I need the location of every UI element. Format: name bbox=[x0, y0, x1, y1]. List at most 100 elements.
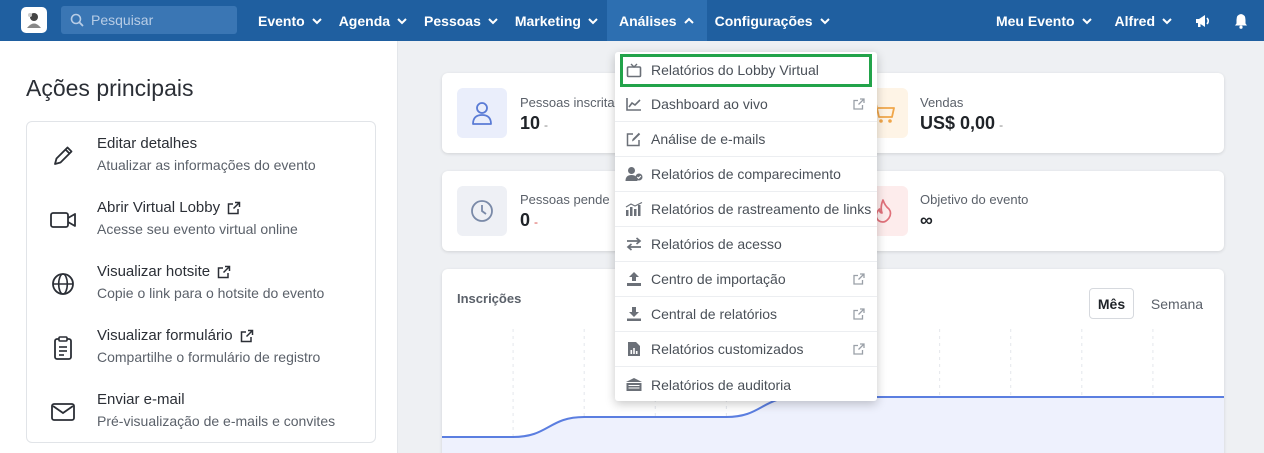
upload-icon bbox=[625, 270, 643, 288]
menu-item-access-reports[interactable]: Relatórios de acesso bbox=[615, 227, 877, 262]
globe-icon bbox=[49, 270, 77, 298]
nav-user-menu[interactable]: Alfred bbox=[1104, 0, 1184, 41]
menu-item-live-dashboard[interactable]: Dashboard ao vivo bbox=[615, 87, 877, 122]
nav-meu-evento[interactable]: Meu Evento bbox=[985, 0, 1104, 41]
chevron-down-icon bbox=[1162, 17, 1172, 24]
external-link-icon bbox=[217, 265, 231, 278]
chevron-down-icon bbox=[488, 17, 498, 24]
action-send-email[interactable]: Enviar e-mail Pré-visualização de e-mail… bbox=[27, 378, 375, 442]
tab-week[interactable]: Semana bbox=[1144, 288, 1210, 319]
menu-item-label: Relatórios de comparecimento bbox=[651, 166, 841, 182]
menu-item-email-analysis[interactable]: Análise de e-mails bbox=[615, 122, 877, 157]
menu-item-label: Análise de e-mails bbox=[651, 131, 766, 147]
analises-dropdown-menu: Relatórios do Lobby Virtual Dashboard ao… bbox=[615, 52, 877, 401]
archive-icon bbox=[625, 376, 643, 394]
action-title: Enviar e-mail bbox=[97, 391, 185, 408]
action-edit-details[interactable]: Editar detalhes Atualizar as informações… bbox=[27, 122, 375, 186]
search-box[interactable] bbox=[61, 6, 237, 34]
action-title: Editar detalhes bbox=[97, 135, 198, 152]
nav-analises[interactable]: Análises bbox=[606, 0, 707, 41]
exchange-icon bbox=[625, 235, 643, 253]
search-icon bbox=[70, 13, 84, 27]
external-link-icon bbox=[853, 308, 865, 320]
main-nav: Evento Agenda Pessoas Marketing Análises… bbox=[250, 0, 839, 41]
user-check-icon bbox=[625, 165, 643, 183]
menu-item-link-tracking-reports[interactable]: Relatórios de rastreamento de links bbox=[615, 192, 877, 227]
file-chart-icon bbox=[625, 340, 643, 358]
actions-list: Editar detalhes Atualizar as informações… bbox=[26, 121, 376, 443]
external-link-icon bbox=[853, 273, 865, 285]
stat-label-pendentes: Pessoas pende bbox=[520, 192, 610, 207]
menu-item-attendance-reports[interactable]: Relatórios de comparecimento bbox=[615, 157, 877, 192]
chevron-down-icon bbox=[1081, 17, 1092, 24]
stat-inscritas-change: - bbox=[544, 118, 549, 132]
logo-icon bbox=[27, 13, 41, 28]
external-link-icon bbox=[240, 329, 253, 342]
chart-area-fill bbox=[442, 397, 1224, 453]
bar-chart-icon bbox=[625, 200, 643, 218]
app-logo[interactable] bbox=[21, 7, 47, 33]
top-navigation-bar: Evento Agenda Pessoas Marketing Análises… bbox=[0, 0, 1264, 41]
stat-pendentes-number: 0 bbox=[520, 210, 531, 230]
action-subtitle: Acesse seu evento virtual online bbox=[97, 221, 298, 237]
stat-value-vendas: US$ 0,00- bbox=[920, 113, 1003, 134]
nav-agenda-label: Agenda bbox=[338, 12, 391, 29]
nav-configuracoes[interactable]: Configurações bbox=[707, 0, 839, 41]
external-link-icon bbox=[853, 98, 865, 110]
chevron-down-icon bbox=[397, 17, 407, 24]
stat-label-inscritas: Pessoas inscrita bbox=[520, 95, 615, 110]
stat-vendas-number: US$ 0,00 bbox=[920, 113, 996, 133]
stat-vendas-change: - bbox=[999, 118, 1004, 132]
action-title: Visualizar formulário bbox=[97, 327, 233, 344]
stat-value-pendentes: 0- bbox=[520, 210, 538, 231]
action-open-virtual-lobby[interactable]: Abrir Virtual Lobby Acesse seu evento vi… bbox=[27, 186, 375, 250]
search-input[interactable] bbox=[91, 12, 231, 28]
tv-icon bbox=[625, 61, 643, 79]
clock-icon bbox=[457, 186, 507, 236]
nav-configuracoes-label: Configurações bbox=[714, 12, 813, 29]
announcements-button[interactable] bbox=[1184, 0, 1222, 41]
nav-marketing[interactable]: Marketing bbox=[507, 0, 607, 41]
pencil-icon bbox=[49, 142, 77, 170]
action-view-hotsite[interactable]: Visualizar hotsite Copie o link para o h… bbox=[27, 250, 375, 314]
action-subtitle: Atualizar as informações do evento bbox=[97, 157, 316, 173]
action-subtitle: Compartilhe o formulário de registro bbox=[97, 349, 321, 365]
chevron-up-icon bbox=[683, 17, 694, 24]
menu-item-import-center[interactable]: Centro de importação bbox=[615, 262, 877, 297]
action-subtitle: Pré-visualização de e-mails e convites bbox=[97, 413, 336, 429]
chevron-down-icon bbox=[819, 17, 830, 24]
main-actions-panel: Ações principais Editar detalhes Atualiz… bbox=[0, 41, 398, 453]
menu-item-label: Dashboard ao vivo bbox=[651, 96, 768, 112]
nav-meu-evento-label: Meu Evento bbox=[995, 12, 1075, 29]
nav-evento[interactable]: Evento bbox=[250, 0, 331, 41]
menu-item-lobby-virtual-reports[interactable]: Relatórios do Lobby Virtual bbox=[620, 54, 872, 87]
menu-item-label: Central de relatórios bbox=[651, 306, 778, 322]
menu-item-label: Relatórios do Lobby Virtual bbox=[651, 62, 819, 78]
action-title: Visualizar hotsite bbox=[97, 263, 211, 280]
menu-item-custom-reports[interactable]: Relatórios customizados bbox=[615, 332, 877, 367]
person-icon bbox=[457, 88, 507, 138]
menu-item-label: Centro de importação bbox=[651, 271, 786, 287]
menu-item-audit-reports[interactable]: Relatórios de auditoria bbox=[615, 367, 877, 402]
stat-value-objetivo: ∞ bbox=[920, 210, 933, 230]
stat-inscritas-number: 10 bbox=[520, 113, 541, 133]
download-icon bbox=[625, 305, 643, 323]
nav-pessoas[interactable]: Pessoas bbox=[416, 0, 507, 41]
menu-item-label: Relatórios de auditoria bbox=[651, 376, 792, 393]
stat-label-objetivo: Objetivo do evento bbox=[920, 192, 1029, 207]
nav-analises-label: Análises bbox=[618, 12, 677, 29]
edit-square-icon bbox=[625, 130, 643, 148]
menu-item-label: Relatórios de rastreamento de links bbox=[651, 201, 872, 217]
nav-evento-label: Evento bbox=[258, 12, 305, 29]
tab-month[interactable]: Mês bbox=[1089, 288, 1134, 319]
menu-item-label: Relatórios customizados bbox=[651, 341, 804, 357]
nav-agenda[interactable]: Agenda bbox=[331, 0, 416, 41]
chart-title: Inscrições bbox=[457, 291, 522, 306]
action-title: Abrir Virtual Lobby bbox=[97, 199, 221, 216]
stat-label-vendas: Vendas bbox=[920, 95, 964, 110]
envelope-icon bbox=[49, 398, 77, 426]
nav-pessoas-label: Pessoas bbox=[424, 12, 481, 29]
action-view-form[interactable]: Visualizar formulário Compartilhe o form… bbox=[27, 314, 375, 378]
menu-item-reports-center[interactable]: Central de relatórios bbox=[615, 297, 877, 332]
notifications-button[interactable] bbox=[1222, 0, 1264, 41]
